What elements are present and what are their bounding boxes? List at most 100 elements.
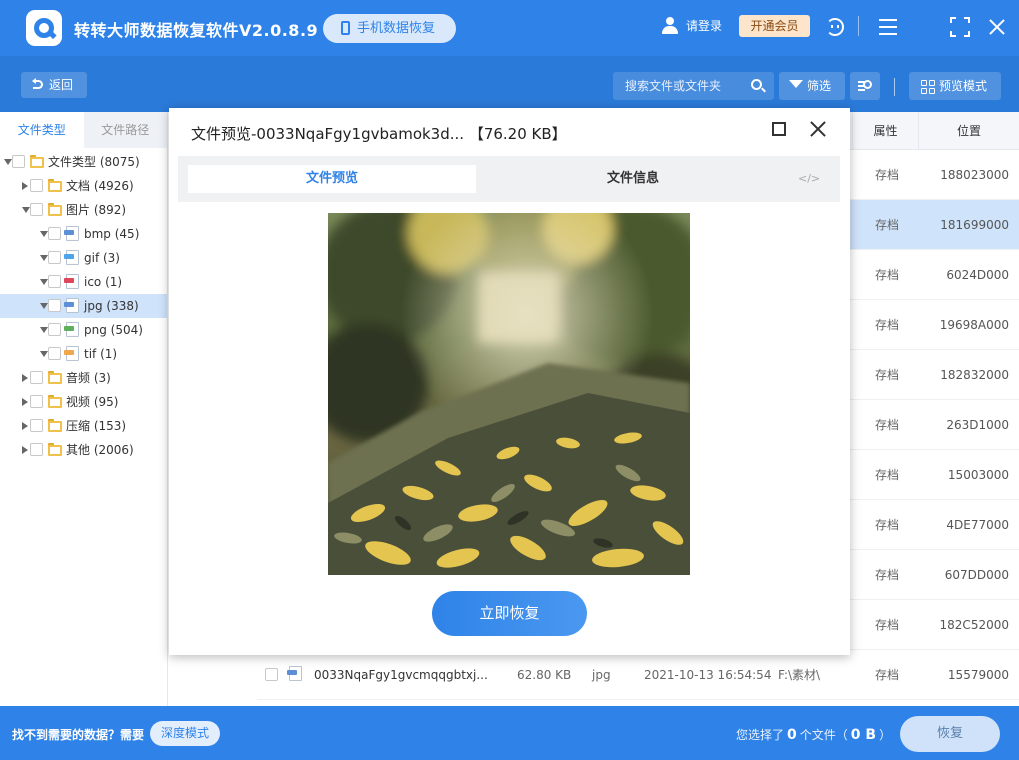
- back-label: 返回: [49, 78, 74, 92]
- search-icon[interactable]: [751, 79, 766, 93]
- login-link[interactable]: 请登录: [660, 16, 722, 36]
- tree-checkbox[interactable]: [30, 179, 43, 192]
- collapse-arrow-icon[interactable]: [22, 182, 28, 190]
- list-search-button[interactable]: [850, 72, 880, 100]
- expand-arrow-icon[interactable]: [22, 207, 30, 213]
- tab-file-info[interactable]: 文件信息: [488, 165, 778, 193]
- tif-file-icon: [64, 346, 79, 361]
- tree-item-label: gif (3): [84, 251, 120, 265]
- tree-checkbox[interactable]: [30, 371, 43, 384]
- file-size: 62.80 KB: [517, 668, 572, 682]
- tree-item-label: 音频 (3): [66, 371, 111, 385]
- tree-item[interactable]: 视频 (95): [0, 390, 167, 414]
- file-attribute: 存档: [875, 518, 900, 532]
- folder-icon: [48, 419, 62, 432]
- not-found-hint: 找不到需要的数据？需要: [12, 728, 145, 742]
- tab-code-view[interactable]: </>: [798, 165, 820, 193]
- file-position: 182832000: [940, 368, 1009, 382]
- tree-item[interactable]: 文件类型 (8075): [0, 150, 167, 174]
- row-checkbox[interactable]: [265, 668, 278, 681]
- expand-arrow-icon[interactable]: [4, 159, 12, 165]
- tree-item-label: 其他 (2006): [66, 443, 134, 457]
- tree-checkbox[interactable]: [30, 395, 43, 408]
- tree-item-label: 图片 (892): [66, 203, 127, 217]
- tab-file-path[interactable]: 文件路径: [84, 112, 168, 148]
- dialog-maximize-icon[interactable]: [772, 122, 786, 136]
- column-header-attribute[interactable]: 属性: [852, 112, 918, 150]
- tree-checkbox[interactable]: [48, 323, 61, 336]
- file-type: jpg: [592, 668, 611, 682]
- title-bar: 转转大师数据恢复软件V2.0.8.9 手机数据恢复 请登录 开通会员: [0, 0, 1019, 56]
- grid-icon: [921, 80, 935, 94]
- filter-button[interactable]: 筛选: [779, 72, 845, 100]
- recover-now-button[interactable]: 立即恢复: [432, 591, 587, 636]
- file-attribute: 存档: [875, 468, 900, 482]
- maximize-icon[interactable]: [949, 16, 971, 38]
- tree-item[interactable]: 其他 (2006): [0, 438, 167, 462]
- tree-checkbox[interactable]: [30, 203, 43, 216]
- autumn-leaves-photo: [328, 213, 690, 575]
- selected-count: 0: [787, 727, 797, 743]
- tree-item[interactable]: jpg (338): [0, 294, 167, 318]
- deep-mode-button[interactable]: 深度模式: [150, 721, 220, 746]
- collapse-arrow-icon[interactable]: [22, 422, 28, 430]
- folder-icon: [48, 203, 62, 216]
- preview-mode-button[interactable]: 预览模式: [909, 72, 1001, 100]
- tree-item-label: 压缩 (153): [66, 419, 127, 433]
- phone-icon: [341, 21, 350, 35]
- folder-icon: [30, 155, 44, 168]
- expand-arrow-icon[interactable]: [40, 327, 48, 333]
- tree-checkbox[interactable]: [30, 419, 43, 432]
- expand-arrow-icon[interactable]: [40, 231, 48, 237]
- expand-arrow-icon[interactable]: [40, 279, 48, 285]
- filter-icon: [789, 80, 803, 88]
- tree-item-label: bmp (45): [84, 227, 140, 241]
- collapse-arrow-icon[interactable]: [22, 398, 28, 406]
- tree-checkbox[interactable]: [48, 251, 61, 264]
- filter-label: 筛选: [807, 79, 832, 93]
- tree-item[interactable]: bmp (45): [0, 222, 167, 246]
- search-input[interactable]: [613, 72, 743, 100]
- collapse-arrow-icon[interactable]: [22, 374, 28, 382]
- tree-item[interactable]: 图片 (892): [0, 198, 167, 222]
- tree-item[interactable]: ico (1): [0, 270, 167, 294]
- tree-checkbox[interactable]: [48, 299, 61, 312]
- column-header-position[interactable]: 位置: [918, 112, 1019, 150]
- tree-item-label: png (504): [84, 323, 143, 337]
- tree-checkbox[interactable]: [30, 443, 43, 456]
- user-icon: [660, 16, 680, 36]
- tab-file-preview[interactable]: 文件预览: [188, 165, 476, 193]
- tree-item[interactable]: 文档 (4926): [0, 174, 167, 198]
- tree-item[interactable]: 压缩 (153): [0, 414, 167, 438]
- menu-icon[interactable]: [877, 16, 899, 38]
- collapse-arrow-icon[interactable]: [22, 446, 28, 454]
- mobile-recovery-button[interactable]: 手机数据恢复: [323, 14, 456, 43]
- preview-dialog-title: 文件预览-0033NqaFgy1gvbamok3d... 【76.20 KB】: [191, 125, 567, 143]
- tree-checkbox[interactable]: [48, 227, 61, 240]
- tree-item[interactable]: 音频 (3): [0, 366, 167, 390]
- preview-tabs: 文件预览 文件信息 </>: [178, 156, 840, 202]
- back-arrow-icon: [32, 78, 43, 89]
- dialog-close-icon[interactable]: [809, 120, 827, 138]
- support-chat-icon[interactable]: [824, 16, 846, 38]
- file-position: 15003000: [947, 468, 1009, 482]
- file-type-tree: 文件类型 (8075) 文档 (4926) 图片 (892) bmp (45) gif …: [0, 148, 167, 462]
- tree-checkbox[interactable]: [48, 275, 61, 288]
- tab-file-type[interactable]: 文件类型: [0, 112, 84, 148]
- tree-checkbox[interactable]: [12, 155, 25, 168]
- recover-button[interactable]: 恢复: [900, 716, 1000, 752]
- tree-checkbox[interactable]: [48, 347, 61, 360]
- file-preview-dialog: 文件预览-0033NqaFgy1gvbamok3d... 【76.20 KB】 …: [169, 108, 850, 655]
- expand-arrow-icon[interactable]: [40, 351, 48, 357]
- tree-item[interactable]: gif (3): [0, 246, 167, 270]
- vip-button[interactable]: 开通会员: [739, 15, 810, 37]
- back-button[interactable]: 返回: [21, 72, 87, 98]
- tree-item[interactable]: tif (1): [0, 342, 167, 366]
- expand-arrow-icon[interactable]: [40, 255, 48, 261]
- preview-mode-label: 预览模式: [939, 79, 988, 93]
- expand-arrow-icon[interactable]: [40, 303, 48, 309]
- tree-item[interactable]: png (504): [0, 318, 167, 342]
- close-icon[interactable]: [986, 16, 1008, 38]
- file-position: 4DE77000: [946, 518, 1009, 532]
- table-row[interactable]: 0033NqaFgy1gvcmqqgbtxj... 62.80 KB jpg 2021…: [257, 650, 1019, 700]
